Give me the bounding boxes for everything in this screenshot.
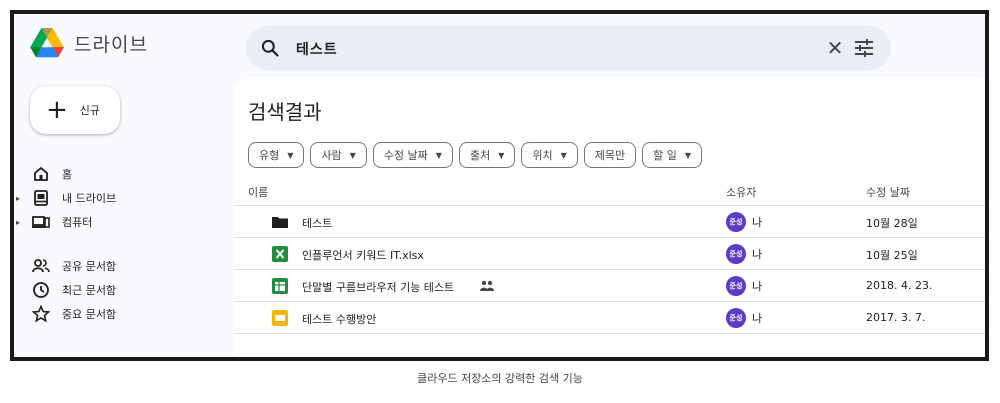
- home-icon: [34, 166, 48, 181]
- chip-label: 출처: [469, 149, 491, 162]
- clear-search-icon[interactable]: ✕: [822, 35, 848, 61]
- filter-chips: 유형 ▼ 사람 ▼ 수정 날짜 ▼ 출처 ▼ 위치 ▼ 제목만 할 일 ▼: [248, 142, 703, 168]
- owner-name: 나: [752, 312, 763, 325]
- chip-todo[interactable]: 할 일 ▼: [642, 142, 703, 168]
- new-button[interactable]: + 신규: [30, 86, 120, 134]
- sidebar-item-shared[interactable]: 공유 문서함: [14, 254, 234, 278]
- star-icon: [32, 305, 50, 323]
- owner-cell: 준성 나: [726, 212, 762, 232]
- dropdown-arrow-icon: ▼: [287, 150, 294, 160]
- sidebar-item-label: 내 드라이브: [62, 192, 117, 205]
- sidebar-item-computers[interactable]: ▸ 컴퓨터: [14, 210, 234, 234]
- table-header: 이름 소유자 수정 날짜: [234, 176, 985, 206]
- column-modified[interactable]: 수정 날짜: [866, 184, 910, 200]
- chip-label: 위치: [532, 149, 553, 162]
- owner-cell: 준성 나: [726, 244, 762, 264]
- shared-icon: [32, 259, 50, 273]
- page-title: 검색결과: [248, 100, 322, 124]
- sidebar-item-starred[interactable]: 중요 문서함: [14, 302, 234, 326]
- file-name: 단말별 구름브라우저 기능 테스트: [302, 281, 455, 294]
- main-content: 검색결과 유형 ▼ 사람 ▼ 수정 날짜 ▼ 출처 ▼ 위치 ▼ 제목만 할 일 ▼ 이름 …: [234, 78, 985, 357]
- file-name: 인플루언서 키워드 IT.xlsx: [302, 249, 424, 262]
- owner-name: 나: [752, 216, 763, 229]
- expand-icon[interactable]: ▸: [16, 218, 20, 227]
- sidebar-item-label: 컴퓨터: [62, 216, 93, 229]
- sidebar-item-my-drive[interactable]: ▸ 내 드라이브: [14, 186, 234, 210]
- chip-people[interactable]: 사람 ▼: [310, 142, 367, 168]
- table-row[interactable]: 테스트 준성 나 10월 28일: [234, 206, 985, 238]
- modified-date: 10월 28일: [866, 217, 918, 230]
- chip-title-only[interactable]: 제목만: [583, 142, 637, 168]
- screenshot-frame: 드라이브 테스트 ✕ + 신규 홈 ▸ 내 드라이브 ▸ 컴퓨터 공유 문서함 …: [10, 10, 989, 361]
- drive-logo[interactable]: 드라이브: [30, 28, 148, 58]
- app-title: 드라이브: [74, 33, 148, 56]
- sidebar-item-label: 공유 문서함: [62, 260, 117, 273]
- dropdown-arrow-icon: ▼: [349, 150, 356, 160]
- sidebar-item-recent[interactable]: 최근 문서함: [14, 278, 234, 302]
- table-row[interactable]: 단말별 구름브라우저 기능 테스트 준성 나 2018. 4. 23.: [234, 270, 985, 302]
- chip-source[interactable]: 출처 ▼: [458, 142, 516, 168]
- dropdown-arrow-icon: ▼: [435, 150, 442, 160]
- table-row[interactable]: 인플루언서 키워드 IT.xlsx 준성 나 10월 25일: [234, 238, 985, 270]
- chip-label: 유형: [259, 149, 280, 162]
- owner-name: 나: [752, 280, 763, 293]
- owner-cell: 준성 나: [726, 276, 762, 296]
- modified-date: 2018. 4. 23.: [866, 279, 933, 292]
- chip-label: 수정 날짜: [383, 149, 428, 162]
- file-name: 테스트: [302, 217, 333, 230]
- chip-label: 할 일: [653, 149, 677, 162]
- modified-date: 2017. 3. 7.: [866, 311, 926, 324]
- chip-label: 제목만: [594, 149, 626, 162]
- drive-icon: [34, 190, 48, 206]
- folder-icon: [272, 217, 288, 228]
- chip-location[interactable]: 위치 ▼: [521, 142, 578, 168]
- search-bar[interactable]: 테스트 ✕: [246, 26, 891, 70]
- results-table: 이름 소유자 수정 날짜 테스트 준성 나 10월 28일 인플루언서 키워드 …: [234, 176, 985, 334]
- avatar: 준성: [726, 308, 746, 328]
- modified-date: 10월 25일: [866, 249, 918, 262]
- shared-people-icon: [480, 280, 494, 291]
- column-owner[interactable]: 소유자: [726, 184, 756, 200]
- avatar: 준성: [726, 212, 746, 232]
- sidebar-item-home[interactable]: 홈: [14, 162, 234, 186]
- sidebar-item-label: 홈: [62, 168, 73, 181]
- new-button-label: 신규: [79, 104, 101, 117]
- sheets-icon: [272, 278, 288, 294]
- clock-icon: [33, 282, 49, 298]
- expand-icon[interactable]: ▸: [16, 194, 20, 203]
- excel-icon: [272, 246, 288, 262]
- sidebar-item-label: 중요 문서함: [62, 308, 117, 321]
- top-bar: 드라이브 테스트 ✕: [14, 14, 985, 78]
- table-row[interactable]: 테스트 수행방안 준성 나 2017. 3. 7.: [234, 302, 985, 334]
- image-caption: 클라우드 저장소의 강력한 검색 기능: [417, 372, 583, 385]
- file-name: 테스트 수행방안: [302, 313, 377, 326]
- column-name[interactable]: 이름: [248, 184, 268, 200]
- drive-logo-icon: [30, 28, 64, 58]
- search-input[interactable]: 테스트: [296, 39, 338, 59]
- slides-icon: [272, 310, 288, 326]
- plus-icon: +: [46, 95, 68, 125]
- owner-name: 나: [752, 248, 763, 261]
- chip-label: 사람: [321, 149, 342, 162]
- sidebar: + 신규 홈 ▸ 내 드라이브 ▸ 컴퓨터 공유 문서함 최근 문서함 중요 문…: [14, 78, 234, 357]
- search-options-icon[interactable]: [852, 37, 876, 59]
- dropdown-arrow-icon: ▼: [498, 150, 505, 160]
- dropdown-arrow-icon: ▼: [684, 150, 692, 160]
- drive-window: 드라이브 테스트 ✕ + 신규 홈 ▸ 내 드라이브 ▸ 컴퓨터 공유 문서함 …: [14, 14, 985, 357]
- avatar: 준성: [726, 276, 746, 296]
- chip-type[interactable]: 유형 ▼: [248, 142, 305, 168]
- search-icon[interactable]: [260, 38, 280, 58]
- avatar: 준성: [726, 244, 746, 264]
- sidebar-item-label: 최근 문서함: [62, 284, 117, 297]
- chip-modified[interactable]: 수정 날짜 ▼: [372, 142, 453, 168]
- dropdown-arrow-icon: ▼: [560, 150, 567, 160]
- owner-cell: 준성 나: [726, 308, 762, 328]
- computer-icon: [32, 216, 50, 228]
